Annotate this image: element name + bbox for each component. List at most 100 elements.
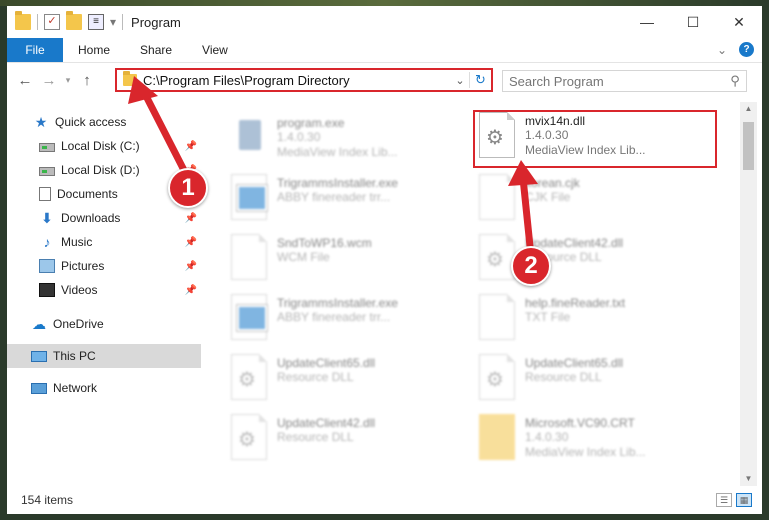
chevron-down-icon[interactable]: ▾ xyxy=(110,15,116,29)
close-button[interactable]: ✕ xyxy=(716,6,762,38)
sidebar-item-this-pc[interactable]: This PC xyxy=(7,344,201,368)
file-item[interactable]: program.exe 1.4.0.30 MediaView Index Lib… xyxy=(231,114,467,172)
file-name: program.exe xyxy=(277,116,345,130)
sidebar-item-label: Documents xyxy=(57,187,118,201)
dll-file-icon xyxy=(231,414,267,460)
sidebar-item-downloads[interactable]: ⬇ Downloads 📌 xyxy=(7,206,201,230)
file-item[interactable]: TrigrammsInstaller.exe ABBY finereader t… xyxy=(231,294,467,352)
dll-file-icon xyxy=(479,354,515,400)
folder-icon xyxy=(15,11,31,30)
documents-icon xyxy=(39,187,51,201)
navigation-bar: ← → ▾ ↑ C:\Program Files\Program Directo… xyxy=(7,63,762,97)
file-name: UpdateClient65.dll xyxy=(525,356,624,370)
tab-view[interactable]: View xyxy=(187,38,243,62)
file-item[interactable]: TrigrammsInstaller.exe ABBY finereader t… xyxy=(231,174,467,232)
file-item[interactable]: korean.cjk CJK File xyxy=(479,174,715,232)
pin-icon[interactable]: 📌 xyxy=(185,261,197,272)
help-icon[interactable]: ? xyxy=(739,42,754,57)
details-view-icon[interactable]: ☰ xyxy=(716,493,732,507)
refresh-icon[interactable]: ↻ xyxy=(469,72,491,88)
sidebar-item-label: Local Disk (D:) xyxy=(61,163,140,177)
forward-arrow-icon[interactable]: → xyxy=(37,72,61,89)
pin-icon[interactable]: 📌 xyxy=(185,141,197,152)
properties-check-icon[interactable]: ✓ xyxy=(44,14,60,30)
sidebar-item-label: Music xyxy=(61,235,93,249)
tab-file[interactable]: File xyxy=(7,38,63,62)
ribbon-tabs: File Home Share View ⌄ ? xyxy=(7,38,762,63)
folder-file-icon xyxy=(479,414,515,460)
pictures-icon xyxy=(39,259,55,273)
address-bar[interactable]: C:\Program Files\Program Directory ⌄ ↻ xyxy=(115,68,493,92)
disk-icon xyxy=(39,142,55,152)
scroll-down-icon[interactable]: ▼ xyxy=(740,472,757,486)
file-type: Resource DLL xyxy=(525,370,602,384)
sidebar-item-videos[interactable]: Videos 📌 xyxy=(7,278,201,302)
file-item[interactable]: SndToWP16.wcm WCM File xyxy=(231,234,467,292)
sidebar-item-quick-access[interactable]: ★ Quick access xyxy=(7,110,201,134)
pin-icon[interactable]: 📌 xyxy=(185,213,197,224)
file-item[interactable]: Microsoft.VC90.CRT 1.4.0.30 MediaView In… xyxy=(479,414,715,472)
status-bar: 154 items ☰ ▦ xyxy=(7,486,762,514)
scroll-up-icon[interactable]: ▲ xyxy=(740,102,757,116)
file-list: program.exe 1.4.0.30 MediaView Index Lib… xyxy=(203,102,739,482)
explorer-window: ✓ ≡ ▾ Program — ☐ ✕ File Home Share View… xyxy=(7,6,762,514)
vertical-scrollbar[interactable]: ▲ ▼ xyxy=(740,102,757,486)
file-name: korean.cjk xyxy=(525,176,580,190)
file-item[interactable]: help.fineReader.txt TXT File xyxy=(479,294,715,352)
downloads-icon: ⬇ xyxy=(41,210,53,226)
large-icons-view-icon[interactable]: ▦ xyxy=(736,493,752,507)
customize-toolbar-icon[interactable]: ≡ xyxy=(88,14,104,30)
sidebar-item-music[interactable]: ♪ Music 📌 xyxy=(7,230,201,254)
installer-file-icon xyxy=(231,174,268,220)
file-description: ABBY finereader trr... xyxy=(277,310,391,324)
text-file-icon xyxy=(231,234,267,280)
navigation-pane: ★ Quick access Local Disk (C:) 📌 Local D… xyxy=(7,102,201,482)
sidebar-item-network[interactable]: Network xyxy=(7,376,201,400)
search-icon[interactable]: ⚲ xyxy=(724,73,746,89)
file-version: 1.4.0.30 xyxy=(277,130,321,144)
sidebar-item-onedrive[interactable]: ☁ OneDrive xyxy=(7,312,201,336)
network-icon xyxy=(31,382,47,394)
sidebar-item-label: Videos xyxy=(61,283,98,297)
file-name: UpdateClient42.dll xyxy=(277,416,376,430)
pin-icon[interactable]: 📌 xyxy=(185,285,197,296)
new-folder-icon[interactable] xyxy=(66,11,82,30)
recent-chevron-icon[interactable]: ▾ xyxy=(61,75,75,86)
tab-share[interactable]: Share xyxy=(125,38,187,62)
tab-home[interactable]: Home xyxy=(63,38,125,62)
sidebar-item-local-disk-c[interactable]: Local Disk (C:) 📌 xyxy=(7,134,201,158)
file-description: ABBY finereader trr... xyxy=(277,190,391,204)
file-description: MediaView Index Lib... xyxy=(277,145,398,159)
file-type: WCM File xyxy=(277,250,330,264)
installer-file-icon xyxy=(231,294,268,340)
maximize-button[interactable]: ☐ xyxy=(670,6,716,38)
sidebar-item-label: OneDrive xyxy=(53,317,104,331)
search-input[interactable] xyxy=(503,73,724,89)
videos-icon xyxy=(39,283,55,297)
view-toggle: ☰ ▦ xyxy=(716,493,752,507)
toolbar-divider xyxy=(37,14,38,30)
sidebar-item-label: Downloads xyxy=(61,211,121,225)
window-title: Program xyxy=(131,14,181,30)
minimize-button[interactable]: — xyxy=(624,6,670,38)
up-arrow-icon[interactable]: ↑ xyxy=(75,72,99,89)
expand-ribbon-icon[interactable]: ⌄ xyxy=(717,43,727,57)
pin-icon[interactable]: 📌 xyxy=(185,237,197,248)
chevron-down-icon[interactable]: ⌄ xyxy=(451,74,469,87)
ribbon-right-controls: ⌄ ? xyxy=(717,42,754,57)
file-item[interactable]: UpdateClient42.dll Resource DLL xyxy=(231,414,467,472)
search-box[interactable]: ⚲ xyxy=(502,70,747,92)
sidebar-item-label: Network xyxy=(53,381,98,395)
file-type: CJK File xyxy=(525,190,571,204)
file-item[interactable]: UpdateClient65.dll Resource DLL xyxy=(479,354,715,412)
back-arrow-icon[interactable]: ← xyxy=(13,72,37,89)
address-path[interactable]: C:\Program Files\Program Directory xyxy=(143,73,451,88)
text-file-icon xyxy=(479,174,515,220)
exe-file-icon xyxy=(231,114,267,160)
scroll-thumb[interactable] xyxy=(743,122,754,170)
sidebar-item-pictures[interactable]: Pictures 📌 xyxy=(7,254,201,278)
file-item[interactable]: UpdateClient65.dll Resource DLL xyxy=(231,354,467,412)
text-file-icon xyxy=(479,294,515,340)
file-name: UpdateClient65.dll xyxy=(277,356,376,370)
item-count: 154 items xyxy=(21,493,74,507)
